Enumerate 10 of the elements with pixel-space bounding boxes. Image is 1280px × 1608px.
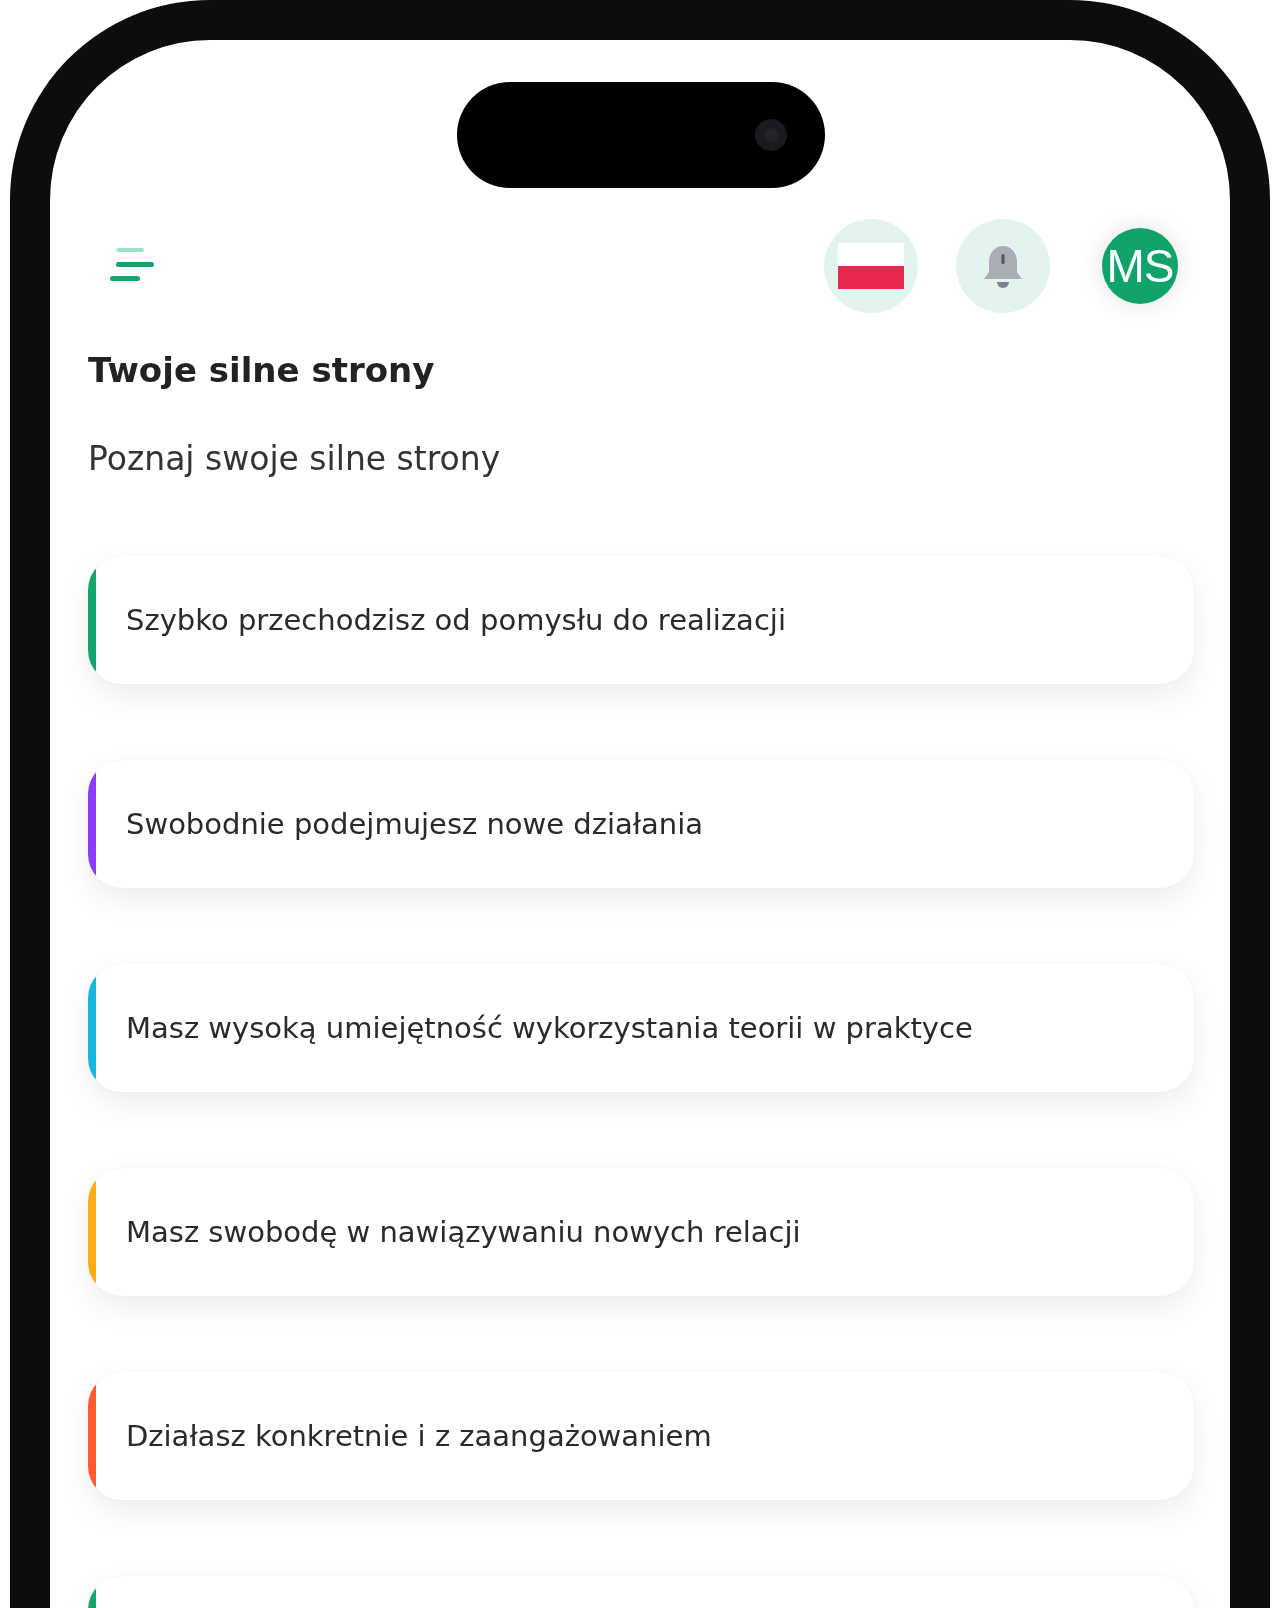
strength-text: Swobodnie podejmujesz nowe działania <box>126 807 704 842</box>
strength-text: Masz swobodę w nawiązywaniu nowych relacji <box>126 1215 801 1250</box>
camera-icon <box>753 117 789 153</box>
user-avatar[interactable]: MS <box>1102 228 1178 304</box>
page-title: Twoje silne strony <box>88 350 436 391</box>
strength-text: Masz wysoką umiejętność wykorzystania teorii w praktyce <box>126 1011 973 1046</box>
strength-text: Szybko przechodzisz od pomysłu do realizacji <box>126 603 786 638</box>
strength-text: Działasz konkretnie i z zaangażowaniem <box>126 1419 712 1454</box>
page-subtitle: Poznaj swoje silne strony <box>88 438 502 479</box>
poland-flag-icon <box>838 243 904 289</box>
